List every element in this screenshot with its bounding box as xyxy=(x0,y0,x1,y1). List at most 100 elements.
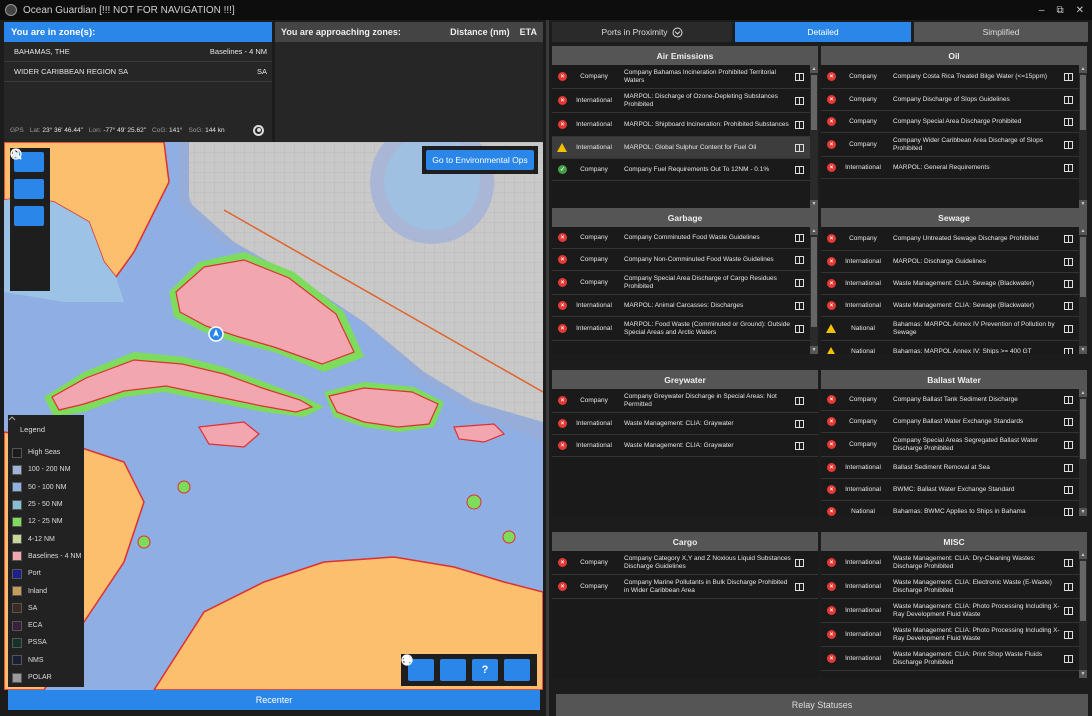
zone-row[interactable]: BAHAMAS, THE Baselines - 4 NM xyxy=(4,42,272,62)
book-icon[interactable] xyxy=(795,72,804,81)
book-icon[interactable] xyxy=(795,143,804,152)
rule-row[interactable]: × International Waste Management: CLIA: Se… xyxy=(821,295,1087,317)
rule-row[interactable]: × Company Company Untreated Sewage Dischar… xyxy=(821,227,1087,251)
book-icon[interactable] xyxy=(1064,417,1073,426)
book-icon[interactable] xyxy=(1064,234,1073,243)
scrollbar-thumb[interactable] xyxy=(1080,75,1086,130)
zone-row[interactable]: WIDER CARIBBEAN REGION SA SA xyxy=(4,62,272,82)
book-icon[interactable] xyxy=(1064,257,1073,266)
relay-statuses-bar[interactable]: Relay Statuses xyxy=(556,694,1088,716)
scroll-down-icon[interactable]: ▼ xyxy=(810,200,818,208)
rule-row[interactable]: × International MARPOL: Animal Carcasses: … xyxy=(552,295,818,317)
rule-row[interactable]: × International Ballast Sediment Removal a… xyxy=(821,457,1087,479)
scrollbar[interactable]: ▲ ▼ xyxy=(1079,551,1087,678)
legend-header[interactable]: Legend xyxy=(8,416,84,444)
chevron-up-icon[interactable] xyxy=(8,415,16,421)
book-icon[interactable] xyxy=(1064,582,1073,591)
book-icon[interactable] xyxy=(795,165,804,174)
rule-row[interactable]: × Company Company Ballast Tank Sediment Di… xyxy=(821,389,1087,411)
scroll-down-icon[interactable]: ▼ xyxy=(1079,670,1087,678)
book-icon[interactable] xyxy=(795,120,804,129)
rule-row[interactable]: National Bahamas: MARPOL Annex IV Prevent… xyxy=(821,317,1087,341)
rule-row[interactable]: × International MARPOL: Shipboard Incinera… xyxy=(552,113,818,137)
scroll-up-icon[interactable]: ▲ xyxy=(1079,65,1087,73)
scrollbar-thumb[interactable] xyxy=(1080,237,1086,297)
book-icon[interactable] xyxy=(795,233,804,242)
rule-row[interactable]: × Company Company Wider Caribbean Area Dis… xyxy=(821,133,1087,157)
book-icon[interactable] xyxy=(795,582,804,591)
scrollbar[interactable]: ▲ ▼ xyxy=(1079,389,1087,516)
scrollbar-thumb[interactable] xyxy=(811,75,817,130)
minimize-button[interactable]: – xyxy=(1039,5,1045,16)
book-icon[interactable] xyxy=(1064,72,1073,81)
restore-button[interactable]: ⧉ xyxy=(1056,5,1063,16)
rule-row[interactable]: × International MARPOL: General Requiremen… xyxy=(821,157,1087,179)
rule-row[interactable]: × National Bahamas: BWMC Applies to Ships … xyxy=(821,501,1087,516)
book-icon[interactable] xyxy=(1064,395,1073,404)
rule-row[interactable]: × Company Company Bahamas Incineration Pro… xyxy=(552,65,818,89)
rule-row[interactable]: × Company Company Costa Rica Treated Bilge… xyxy=(821,65,1087,89)
book-icon[interactable] xyxy=(795,255,804,264)
gps-fix-icon[interactable] xyxy=(253,124,264,136)
rule-row[interactable]: × Company Company Comminuted Food Waste Gu… xyxy=(552,227,818,249)
scroll-up-icon[interactable]: ▲ xyxy=(1079,551,1087,559)
zoom-out-button[interactable] xyxy=(10,148,44,199)
scrollbar[interactable]: ▲ ▼ xyxy=(1079,65,1087,208)
globe-button[interactable] xyxy=(401,654,530,681)
rule-row[interactable]: × International Waste Management: CLIA: Dr… xyxy=(821,551,1087,575)
book-icon[interactable] xyxy=(1064,140,1073,149)
book-icon[interactable] xyxy=(1064,324,1073,333)
rule-row[interactable]: ✓ Company Company Fuel Requirements Out To… xyxy=(552,159,818,181)
lightbulb-button[interactable] xyxy=(403,655,466,681)
rule-row[interactable]: × International Waste Management: CLIA: Ph… xyxy=(821,599,1087,623)
help-button[interactable]: ? xyxy=(472,659,498,681)
recenter-button[interactable]: Recenter xyxy=(8,690,540,710)
book-icon[interactable] xyxy=(1064,654,1073,663)
map-canvas[interactable] xyxy=(4,142,543,690)
nautical-map[interactable]: Go to Environmental Ops Legend High Seas… xyxy=(4,142,543,690)
book-icon[interactable] xyxy=(795,96,804,105)
rule-row[interactable]: × Company Company Category X,Y and Z Noxio… xyxy=(552,551,818,575)
rule-row[interactable]: × International Waste Management: CLIA: Ph… xyxy=(821,623,1087,647)
rule-row[interactable]: × International Waste Management: CLIA: Se… xyxy=(821,273,1087,295)
book-icon[interactable] xyxy=(795,396,804,405)
scroll-down-icon[interactable]: ▼ xyxy=(1079,200,1087,208)
scroll-down-icon[interactable]: ▼ xyxy=(810,346,818,354)
book-icon[interactable] xyxy=(1064,301,1073,310)
close-button[interactable]: ✕ xyxy=(1076,5,1084,16)
scroll-up-icon[interactable]: ▲ xyxy=(1079,389,1087,397)
scrollbar[interactable]: ▲ ▼ xyxy=(1079,227,1087,354)
rule-row[interactable]: × International MARPOL: Food Waste (Commin… xyxy=(552,317,818,341)
draw-button[interactable] xyxy=(12,151,44,253)
rule-row[interactable]: × International MARPOL: Discharge of Ozone… xyxy=(552,89,818,113)
distance-column-header[interactable]: Distance (nm) xyxy=(450,27,510,37)
scroll-down-icon[interactable]: ▼ xyxy=(1079,346,1087,354)
scroll-up-icon[interactable]: ▲ xyxy=(1079,227,1087,235)
compass-button[interactable] xyxy=(10,148,44,226)
tab-detailed[interactable]: Detailed xyxy=(735,22,911,42)
book-icon[interactable] xyxy=(1064,117,1073,126)
rule-row[interactable]: × Company Company Special Areas Segregated… xyxy=(821,433,1087,457)
book-icon[interactable] xyxy=(795,324,804,333)
book-icon[interactable] xyxy=(1064,558,1073,567)
book-icon[interactable] xyxy=(795,301,804,310)
scrollbar-thumb[interactable] xyxy=(1080,561,1086,621)
rule-row[interactable]: × International MARPOL: Discharge Guidelin… xyxy=(821,251,1087,273)
book-icon[interactable] xyxy=(795,419,804,428)
rule-row[interactable]: National Bahamas: MARPOL Annex IV: Ships … xyxy=(821,341,1087,354)
book-icon[interactable] xyxy=(1064,347,1073,354)
rule-row[interactable]: × International BWMC: Ballast Water Exchan… xyxy=(821,479,1087,501)
rule-row[interactable]: × International Waste Management: CLIA: Gr… xyxy=(552,435,818,457)
rule-row[interactable]: × Company Company Ballast Water Exchange S… xyxy=(821,411,1087,433)
scroll-down-icon[interactable]: ▼ xyxy=(1079,508,1087,516)
rule-row[interactable]: × International Waste Management: CLIA: Gr… xyxy=(552,413,818,435)
book-icon[interactable] xyxy=(1064,606,1073,615)
scrollbar[interactable]: ▲ ▼ xyxy=(810,227,818,354)
rule-row[interactable]: × Company Company Special Area Discharge o… xyxy=(552,271,818,295)
rule-row[interactable]: × Company Company Special Area Discharge P… xyxy=(821,111,1087,133)
book-icon[interactable] xyxy=(795,441,804,450)
book-icon[interactable] xyxy=(1064,440,1073,449)
eta-column-header[interactable]: ETA xyxy=(520,27,537,37)
book-icon[interactable] xyxy=(1064,630,1073,639)
tab-simplified[interactable]: Simplified xyxy=(914,22,1088,42)
